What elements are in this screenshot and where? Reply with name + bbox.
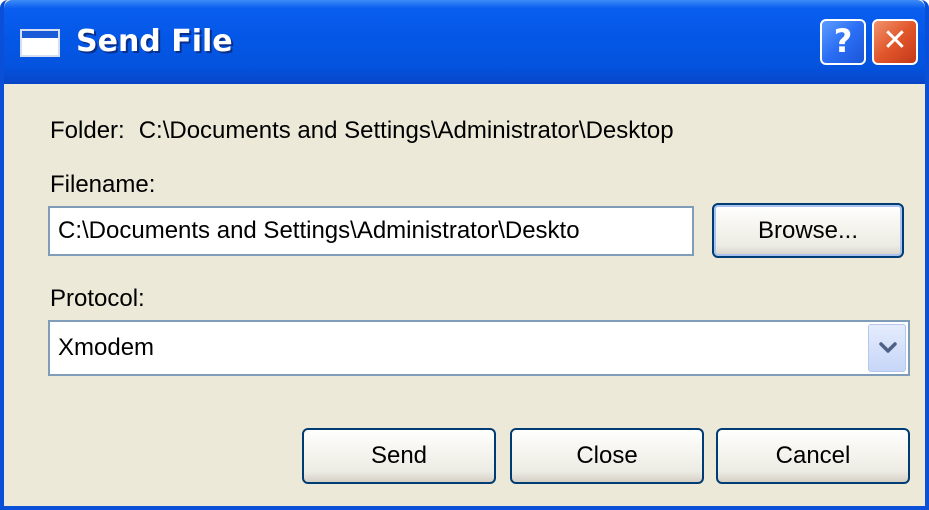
dialog-title: Send File xyxy=(76,24,233,59)
protocol-label: Protocol: xyxy=(50,285,145,312)
window-app-icon xyxy=(20,29,60,57)
browse-button[interactable]: Browse... xyxy=(712,203,904,258)
close-button[interactable]: Close xyxy=(510,428,704,484)
title-bar[interactable]: Send File ? ✕ xyxy=(4,0,925,84)
protocol-selected-value: Xmodem xyxy=(58,334,155,361)
folder-row: Folder: C:\Documents and Settings\Adminis… xyxy=(50,116,674,146)
send-file-dialog: Send File ? ✕ Folder: C:\Documents and Se… xyxy=(0,0,929,510)
folder-path: C:\Documents and Settings\Administrator\… xyxy=(138,117,674,144)
dropdown-arrow-button[interactable] xyxy=(868,324,906,372)
close-window-button[interactable]: ✕ xyxy=(872,19,918,65)
help-button[interactable]: ? xyxy=(820,19,866,65)
protocol-select[interactable]: Xmodem xyxy=(48,320,910,376)
filename-input[interactable]: C:\Documents and Settings\Administrator\… xyxy=(48,206,694,256)
folder-label: Folder: xyxy=(50,117,125,144)
filename-label: Filename: xyxy=(50,171,156,198)
chevron-down-icon xyxy=(879,342,897,353)
send-button[interactable]: Send xyxy=(302,428,496,484)
cancel-button[interactable]: Cancel xyxy=(716,428,910,484)
